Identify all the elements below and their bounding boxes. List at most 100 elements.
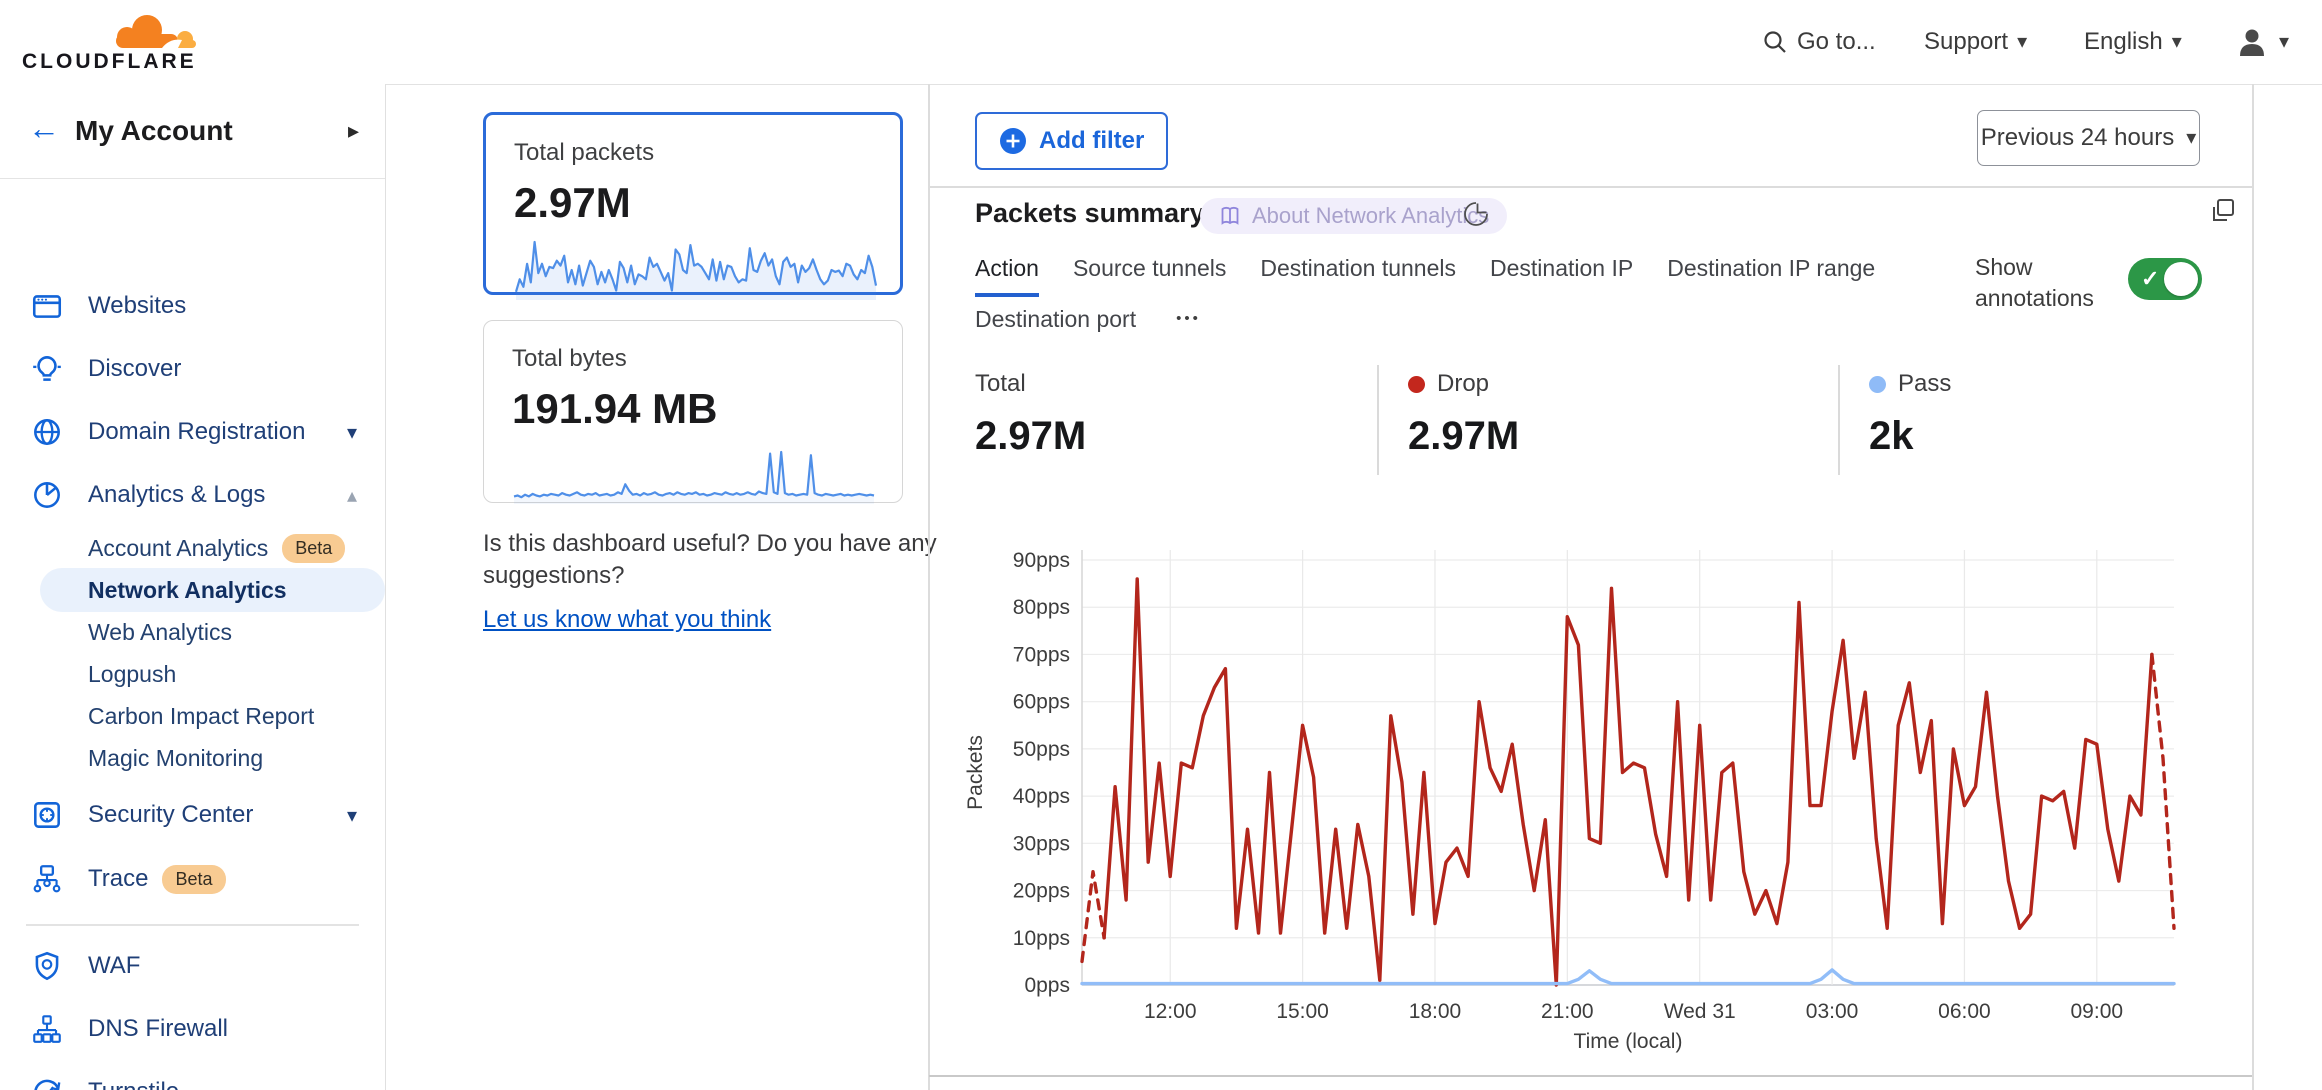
pass-series-dot xyxy=(1869,376,1886,393)
tab-source-tunnels[interactable]: Source tunnels xyxy=(1073,255,1226,297)
svg-text:60pps: 60pps xyxy=(1013,691,1070,714)
shield-gear-icon xyxy=(30,949,64,983)
sidebar-item-turnstile[interactable]: Turnstile xyxy=(0,1066,385,1090)
svg-text:18:00: 18:00 xyxy=(1409,1000,1462,1023)
annotation-pie-icon[interactable] xyxy=(1462,200,1490,228)
sidebar-subitem-carbon-impact-report[interactable]: Carbon Impact Report xyxy=(0,695,385,737)
chevron-down-icon: ▾ xyxy=(2186,128,2196,148)
sidebar-item-security-center[interactable]: Security Center ▾ xyxy=(0,789,385,841)
stat-value: 2k xyxy=(1869,414,1951,459)
cloudflare-wordmark: CLOUDFLARE xyxy=(22,50,197,74)
svg-text:03:00: 03:00 xyxy=(1806,1000,1859,1023)
chevron-down-icon: ▾ xyxy=(2279,32,2289,52)
language-menu[interactable]: English ▾ xyxy=(2084,28,2182,56)
chevron-down-icon: ▾ xyxy=(347,803,357,828)
account-title: My Account xyxy=(75,115,233,147)
refresh-check-icon xyxy=(30,1075,64,1090)
stat-total: Total 2.97M xyxy=(975,370,1086,459)
stat-value: 2.97M xyxy=(975,414,1086,459)
sidebar-item-discover[interactable]: Discover xyxy=(0,343,385,395)
beta-badge: Beta xyxy=(162,865,225,894)
go-to-search[interactable]: Go to... xyxy=(1762,28,1876,56)
svg-text:90pps: 90pps xyxy=(1013,549,1070,572)
sidebar-item-label: DNS Firewall xyxy=(88,1015,228,1043)
svg-text:09:00: 09:00 xyxy=(2071,1000,2124,1023)
chevron-down-icon: ▾ xyxy=(2172,32,2182,52)
vault-icon xyxy=(30,798,64,832)
sidebar-item-websites[interactable]: Websites xyxy=(0,280,385,332)
support-menu[interactable]: Support ▾ xyxy=(1924,28,2027,56)
sidebar-item-label: Analytics & Logs xyxy=(88,481,265,509)
panel-right-border xyxy=(2252,84,2254,1090)
tab-action[interactable]: Action xyxy=(975,255,1039,297)
subitem-label: Carbon Impact Report xyxy=(88,703,314,730)
svg-text:50pps: 50pps xyxy=(1013,738,1070,761)
sidebar-item-domain-registration[interactable]: Domain Registration ▾ xyxy=(0,406,385,458)
svg-text:80pps: 80pps xyxy=(1013,596,1070,619)
trace-icon xyxy=(30,862,64,896)
feedback-link[interactable]: Let us know what you think xyxy=(483,604,771,636)
card-label: Total packets xyxy=(514,139,872,167)
svg-text:70pps: 70pps xyxy=(1013,643,1070,666)
add-filter-label: Add filter xyxy=(1039,127,1144,155)
sidebar-item-trace[interactable]: Trace Beta xyxy=(0,853,385,905)
sidebar-item-label: Security Center xyxy=(88,801,253,829)
svg-text:21:00: 21:00 xyxy=(1541,1000,1594,1023)
sidebar-subitem-web-analytics[interactable]: Web Analytics xyxy=(0,611,385,653)
sidebar-subitem-network-analytics[interactable]: Network Analytics xyxy=(40,568,385,612)
chevron-right-icon[interactable]: ▸ xyxy=(348,118,359,144)
sidebar-subitem-magic-monitoring[interactable]: Magic Monitoring xyxy=(0,737,385,779)
svg-text:40pps: 40pps xyxy=(1013,785,1070,808)
globe-icon xyxy=(30,415,64,449)
sidebar-subitem-logpush[interactable]: Logpush xyxy=(0,653,385,695)
sidebar-item-waf[interactable]: WAF xyxy=(0,940,385,992)
time-range-dropdown[interactable]: Previous 24 hours ▾ xyxy=(1977,110,2200,166)
sidebar-item-label: Websites xyxy=(88,292,186,320)
sidebar-item-dns-firewall[interactable]: DNS Firewall xyxy=(0,1003,385,1055)
plus-circle-icon xyxy=(999,127,1027,155)
browser-icon xyxy=(30,289,64,323)
subitem-label: Account Analytics xyxy=(88,535,268,562)
tab-destination-ip-range[interactable]: Destination IP range xyxy=(1667,255,1875,297)
chevron-down-icon: ▾ xyxy=(347,420,357,445)
tab-destination-ip[interactable]: Destination IP xyxy=(1490,255,1633,297)
back-arrow-icon[interactable]: ← xyxy=(28,110,60,147)
svg-text:Time (local): Time (local) xyxy=(1574,1030,1683,1053)
card-value: 2.97M xyxy=(514,179,872,227)
tab-destination-port[interactable]: Destination port xyxy=(975,306,1136,344)
about-badge-label: About Network Analytics xyxy=(1252,203,1489,229)
sidebar-subitem-account-analytics[interactable]: Account Analytics Beta xyxy=(0,527,385,569)
sidebar-item-analytics-logs[interactable]: Analytics & Logs ▴ xyxy=(0,469,385,521)
stat-drop: Drop 2.97M xyxy=(1408,370,1519,459)
cloudflare-logo[interactable]: CLOUDFLARE xyxy=(22,6,202,76)
packets-time-series-chart[interactable]: 0pps10pps20pps30pps40pps50pps60pps70pps8… xyxy=(940,520,2220,1065)
stat-divider xyxy=(1838,365,1840,475)
show-annotations-toggle[interactable]: ✓ xyxy=(2128,258,2202,300)
sidebar-item-label: WAF xyxy=(88,952,140,980)
more-tabs-icon[interactable]: ••• xyxy=(1176,310,1201,341)
panel-title: Packets summary xyxy=(975,198,1205,229)
tab-destination-tunnels[interactable]: Destination tunnels xyxy=(1260,255,1456,297)
panel-top-border xyxy=(929,186,2252,188)
subitem-label: Logpush xyxy=(88,661,176,688)
expand-panel-icon[interactable] xyxy=(2208,196,2238,226)
user-icon xyxy=(2234,24,2270,60)
beta-badge: Beta xyxy=(282,534,345,563)
add-filter-button[interactable]: Add filter xyxy=(975,112,1168,170)
sidebar-divider xyxy=(26,924,359,926)
summary-tabs: Action Source tunnels Destination tunnel… xyxy=(975,255,1875,297)
drop-series-dot xyxy=(1408,376,1425,393)
account-menu[interactable]: ▾ xyxy=(2234,24,2289,60)
stat-pass: Pass 2k xyxy=(1869,370,1951,459)
stat-label: Total xyxy=(975,370,1026,398)
svg-text:0pps: 0pps xyxy=(1024,974,1070,997)
chevron-down-icon: ▾ xyxy=(2017,32,2027,52)
sidebar-item-label: Domain Registration xyxy=(88,418,305,446)
book-icon xyxy=(1218,204,1242,228)
lightbulb-icon xyxy=(30,352,64,386)
feedback-question: Is this dashboard useful? Do you have an… xyxy=(483,528,938,592)
total-packets-card[interactable]: Total packets 2.97M xyxy=(483,112,903,295)
search-icon xyxy=(1762,29,1788,55)
total-bytes-card[interactable]: Total bytes 191.94 MB xyxy=(483,320,903,503)
time-range-label: Previous 24 hours xyxy=(1981,124,2174,152)
